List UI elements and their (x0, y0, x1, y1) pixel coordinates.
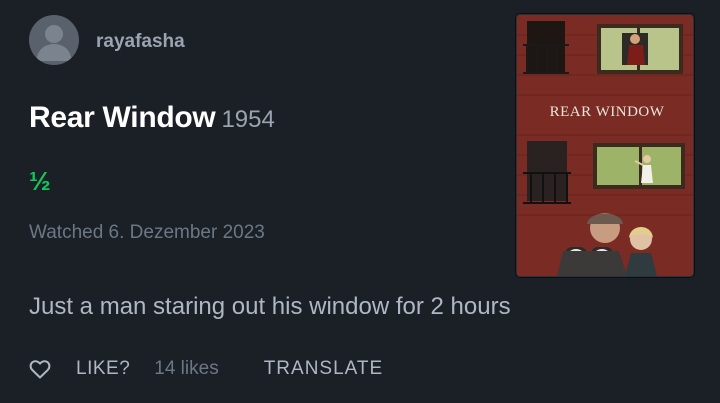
poster-title: Rear Window (550, 104, 665, 120)
film-heading: Rear Window 1954 (29, 101, 275, 135)
username[interactable]: rayafasha (96, 31, 185, 53)
poster-artwork: Rear Window (517, 15, 693, 276)
rating: ½ (29, 166, 51, 196)
watched-date: Watched 6. Dezember 2023 (29, 222, 265, 243)
film-poster[interactable]: Rear Window (516, 14, 694, 277)
heart-icon[interactable] (28, 357, 52, 381)
avatar[interactable] (29, 15, 79, 65)
review-text: Just a man staring out his window for 2 … (29, 293, 511, 320)
review-actions: LIKE? 14 likes TRANSLATE (28, 355, 383, 383)
likes-count[interactable]: 14 likes (154, 358, 218, 380)
film-year[interactable]: 1954 (221, 106, 274, 133)
user-silhouette-icon (36, 25, 72, 61)
film-title[interactable]: Rear Window (29, 101, 216, 134)
like-button[interactable]: LIKE? (76, 358, 130, 380)
translate-button[interactable]: TRANSLATE (264, 358, 384, 380)
